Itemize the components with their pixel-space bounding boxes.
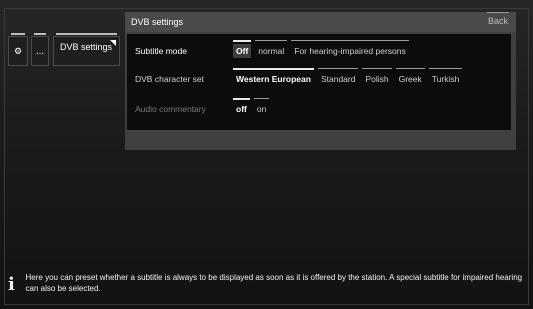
more-label: ... xyxy=(35,45,45,57)
row-label: DVB character set xyxy=(135,74,204,84)
gear-icon: ⚙ xyxy=(13,45,23,56)
row-label: Audio commentary xyxy=(135,104,206,114)
dvb-settings-label: DVB settings xyxy=(60,42,113,52)
dvb-settings-panel: DVB settings Back Subtitle mode Off norm… xyxy=(125,12,516,150)
back-label: Back xyxy=(487,16,508,26)
option-standard[interactable]: Standard xyxy=(317,68,359,86)
option-turkish[interactable]: Turkish xyxy=(428,68,463,86)
panel-header: DVB settings Back xyxy=(125,12,516,32)
panel-title: DVB settings xyxy=(131,17,184,27)
option-greek[interactable]: Greek xyxy=(395,68,425,86)
back-button[interactable]: Back xyxy=(486,12,509,26)
info-bar: i Here you can preset whether a subtitle… xyxy=(8,272,528,294)
option-hearing-impaired[interactable]: For hearing-impaired persons xyxy=(291,40,409,58)
option-normal[interactable]: normal xyxy=(255,40,288,58)
row-dvb-character-set: DVB character set Western European Stand… xyxy=(135,68,463,88)
corner-arrow-icon xyxy=(110,40,116,46)
info-icon: i xyxy=(8,274,15,295)
option-on[interactable]: on xyxy=(253,98,270,116)
more-button[interactable]: ... xyxy=(31,33,49,66)
info-text: Here you can preset whether a subtitle i… xyxy=(25,273,523,293)
row-audio-commentary: Audio commentary off on xyxy=(135,98,270,118)
row-subtitle-mode: Subtitle mode Off normal For hearing-imp… xyxy=(135,40,409,60)
row-label: Subtitle mode xyxy=(135,46,187,56)
option-polish[interactable]: Polish xyxy=(362,68,392,86)
option-off[interactable]: Off xyxy=(233,40,252,58)
settings-list: Subtitle mode Off normal For hearing-imp… xyxy=(127,34,511,130)
option-off[interactable]: off xyxy=(233,98,250,116)
dvb-settings-button[interactable]: DVB settings xyxy=(53,33,120,66)
option-western-european[interactable]: Western European xyxy=(233,68,314,86)
settings-gear-button[interactable]: ⚙ xyxy=(8,33,28,66)
